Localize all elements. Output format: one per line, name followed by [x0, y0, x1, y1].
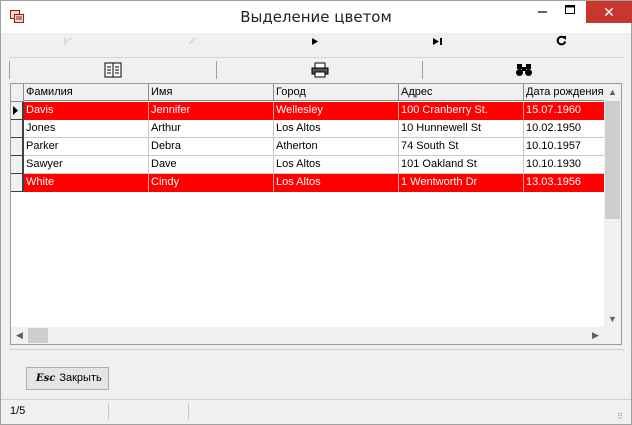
scroll-down-arrow-icon[interactable]: ▼ [604, 311, 621, 328]
status-divider [188, 403, 189, 419]
column-header-address[interactable]: Адрес [399, 84, 524, 101]
prior-record-icon [188, 37, 196, 45]
toolbar-divider [422, 61, 423, 79]
cell-last-name[interactable]: Jones [24, 120, 149, 138]
close-icon: ✕ [603, 4, 615, 20]
prior-record-button[interactable] [132, 33, 252, 55]
cell-birth-date[interactable]: 10.02.1950 [524, 120, 604, 138]
binoculars-icon [516, 64, 532, 76]
cell-last-name[interactable]: Davis [24, 102, 149, 120]
main-window: Выделение цветом ✕ Фамилия Имя Город Адр… [0, 0, 632, 425]
record-position: 1/5 [10, 405, 26, 417]
grid-corner-cell [11, 84, 24, 102]
search-button[interactable] [424, 59, 624, 81]
next-record-icon [312, 38, 318, 45]
toolbar-divider [216, 61, 217, 79]
column-header-last-name[interactable]: Фамилия [24, 84, 149, 101]
status-bar: 1/5 ⠿ [1, 399, 631, 425]
cell-last-name[interactable]: Parker [24, 138, 149, 156]
scroll-up-arrow-icon[interactable]: ▲ [604, 84, 621, 101]
cell-last-name[interactable]: White [24, 174, 149, 192]
scrollbar-corner [604, 327, 621, 344]
toolbar [9, 57, 625, 82]
refresh-icon [556, 35, 566, 46]
first-record-icon [64, 37, 73, 45]
cell-address[interactable]: 10 Hunnewell St [399, 120, 524, 138]
cell-first-name[interactable]: Arthur [149, 120, 274, 138]
cell-city[interactable]: Los Altos [274, 120, 399, 138]
cell-city[interactable]: Atherton [274, 138, 399, 156]
close-window-button[interactable]: ✕ [586, 1, 632, 23]
cell-first-name[interactable]: Cindy [149, 174, 274, 192]
status-divider [108, 403, 109, 419]
last-record-icon [433, 38, 442, 45]
cell-city[interactable]: Wellesley [274, 102, 399, 120]
row-indicator[interactable] [11, 102, 24, 120]
last-record-button[interactable] [378, 33, 498, 55]
toolbar-divider [9, 61, 10, 79]
cell-address[interactable]: 100 Cranberry St. [399, 102, 524, 120]
current-row-arrow-icon [13, 106, 18, 115]
row-indicator[interactable] [11, 174, 24, 192]
column-header-first-name[interactable]: Имя [149, 84, 274, 101]
print-button[interactable] [218, 59, 421, 81]
maximize-icon [565, 5, 575, 14]
cell-city[interactable]: Los Altos [274, 156, 399, 174]
scroll-right-arrow-icon[interactable]: ▶ [587, 327, 604, 344]
cell-address[interactable]: 101 Oakland St [399, 156, 524, 174]
refresh-button[interactable] [501, 33, 621, 55]
next-record-button[interactable] [255, 33, 375, 55]
cell-birth-date[interactable]: 13.03.1956 [524, 174, 604, 192]
cell-first-name[interactable]: Dave [149, 156, 274, 174]
row-indicator[interactable] [11, 156, 24, 174]
table-row[interactable]: Parker Debra Atherton 74 South St 10.10.… [24, 138, 604, 156]
printer-icon [311, 62, 328, 78]
table-row[interactable]: White Cindy Los Altos 1 Wentworth Dr 13.… [24, 174, 604, 192]
minimize-icon [538, 11, 547, 13]
maximize-button[interactable] [553, 1, 587, 23]
table-row[interactable]: Sawyer Dave Los Altos 101 Oakland St 10.… [24, 156, 604, 174]
navigator-bar [9, 33, 625, 55]
title-bar: Выделение цветом ✕ [1, 1, 632, 33]
cell-city[interactable]: Los Altos [274, 174, 399, 192]
row-indicator[interactable] [11, 138, 24, 156]
cell-birth-date[interactable]: 15.07.1960 [524, 102, 604, 120]
table-row[interactable]: Jones Arthur Los Altos 10 Hunnewell St 1… [24, 120, 604, 138]
first-record-button[interactable] [9, 33, 129, 55]
horizontal-scroll-thumb[interactable] [28, 328, 48, 343]
data-grid[interactable]: Фамилия Имя Город Адрес Дата рождения Da… [10, 83, 622, 345]
vertical-scrollbar[interactable]: ▲ ▼ [604, 84, 621, 328]
filter-icon [104, 62, 121, 78]
grid-header: Фамилия Имя Город Адрес Дата рождения [24, 84, 604, 102]
column-header-birth-date[interactable]: Дата рождения [524, 84, 604, 101]
grid-rows: Davis Jennifer Wellesley 100 Cranberry S… [24, 102, 604, 322]
row-indicator[interactable] [11, 120, 24, 138]
column-header-city[interactable]: Город [274, 84, 399, 101]
cell-last-name[interactable]: Sawyer [24, 156, 149, 174]
resize-grip-icon[interactable]: ⠿ [617, 412, 627, 422]
cell-address[interactable]: 1 Wentworth Dr [399, 174, 524, 192]
vertical-scroll-thumb[interactable] [605, 101, 620, 219]
close-button-label: Закрыть [59, 372, 102, 384]
close-hotkey-label: Esc [36, 373, 56, 384]
cell-birth-date[interactable]: 10.10.1957 [524, 138, 604, 156]
cell-first-name[interactable]: Debra [149, 138, 274, 156]
filter-button[interactable] [11, 59, 214, 81]
cell-address[interactable]: 74 South St [399, 138, 524, 156]
cell-birth-date[interactable]: 10.10.1930 [524, 156, 604, 174]
cell-first-name[interactable]: Jennifer [149, 102, 274, 120]
table-row[interactable]: Davis Jennifer Wellesley 100 Cranberry S… [24, 102, 604, 120]
scroll-left-arrow-icon[interactable]: ◀ [11, 327, 28, 344]
close-button[interactable]: Esc Закрыть [26, 367, 109, 390]
bottom-panel: Esc Закрыть [9, 349, 625, 396]
horizontal-scrollbar[interactable]: ◀ ▶ [11, 327, 604, 344]
